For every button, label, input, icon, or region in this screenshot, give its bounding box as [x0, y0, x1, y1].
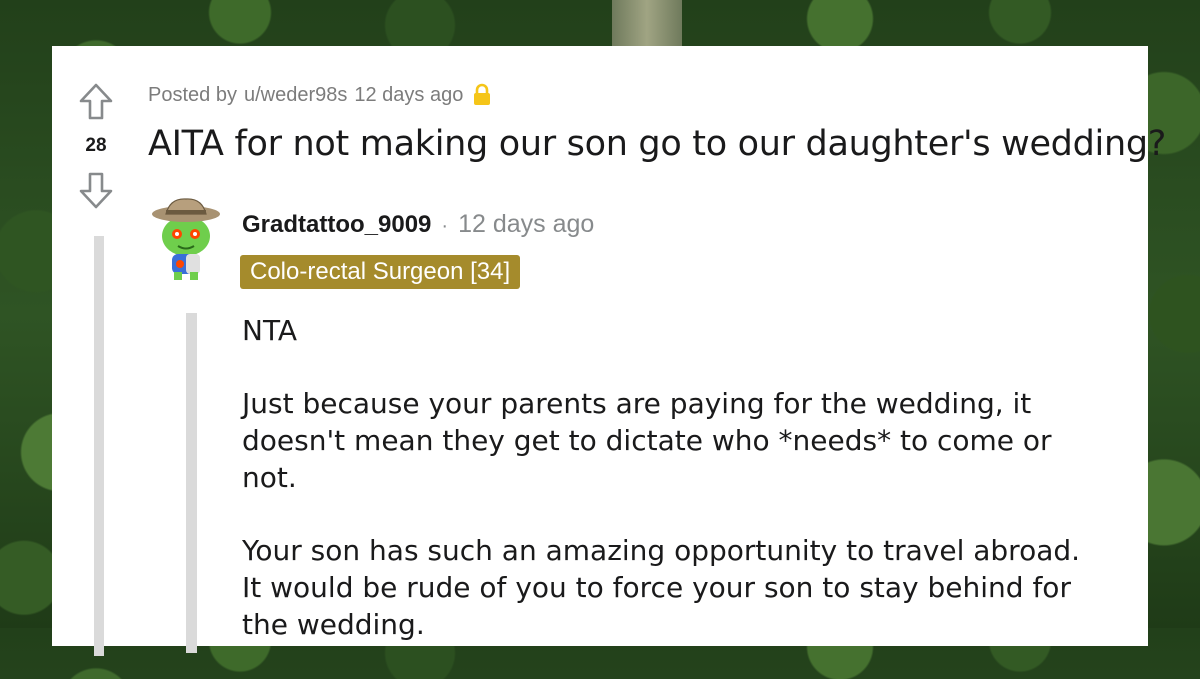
post-author-link[interactable]: u/weder98s [244, 84, 347, 107]
comment-author-link[interactable]: Gradtattoo_9009 [242, 211, 431, 239]
meta-separator: · [441, 215, 449, 237]
upvote-arrow-icon[interactable] [78, 82, 114, 122]
lock-icon [474, 83, 491, 105]
snoo-avatar-icon[interactable] [150, 196, 222, 280]
background-road [612, 0, 682, 46]
posted-by-label: Posted by [148, 83, 237, 106]
post-title[interactable]: AITA for not making our son go to our da… [148, 124, 1166, 164]
vote-score: 28 [85, 135, 107, 156]
comment-paragraph: NTA [242, 314, 298, 347]
downvote-arrow-icon[interactable] [78, 170, 114, 210]
user-flair-badge: Colo-rectal Surgeon [34] [240, 255, 521, 289]
post-card: 28 Posted by u/weder98s 12 days ago AITA… [52, 46, 1166, 656]
comment-paragraph: Just because your parents are paying for… [242, 387, 1052, 494]
comment-meta: Gradtattoo_9009 · 12 days ago [242, 210, 594, 239]
comment-paragraph: Your son has such an amazing opportunity… [242, 534, 1081, 641]
comment-collapse-line[interactable] [186, 313, 197, 653]
comment-time: 12 days ago [458, 210, 595, 238]
thread-collapse-line[interactable] [94, 236, 104, 656]
post-time: 12 days ago [354, 83, 464, 106]
comment-body: NTA Just because your parents are paying… [242, 312, 1102, 679]
vote-column: 28 [52, 46, 140, 656]
post-meta: Posted by u/weder98s 12 days ago [148, 83, 492, 107]
